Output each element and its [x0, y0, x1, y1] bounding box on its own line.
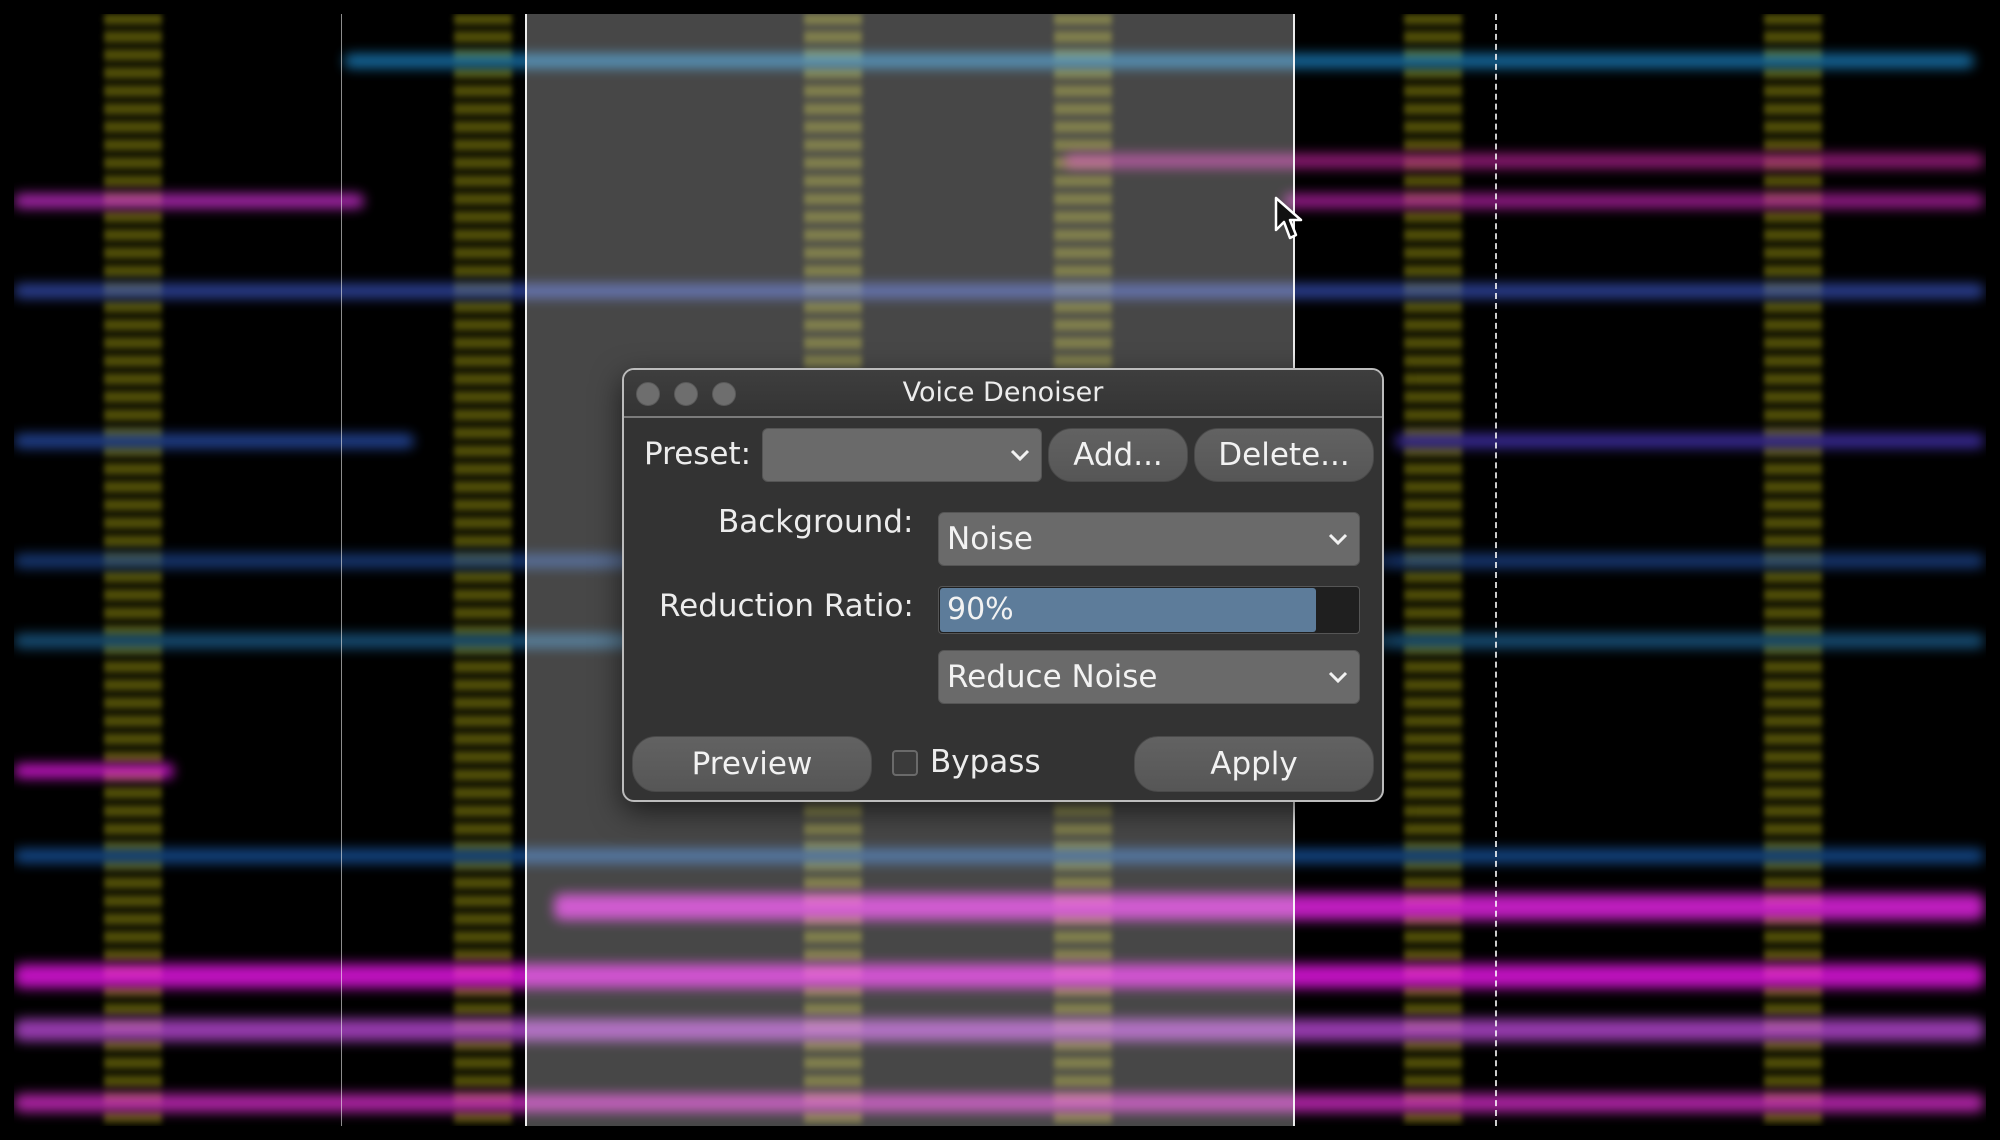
spectral-vertical-band	[104, 14, 162, 1126]
mode-value: Reduce Noise	[947, 659, 1158, 695]
chevron-down-icon	[1328, 533, 1348, 546]
spectral-band	[14, 764, 174, 778]
dialog-title: Voice Denoiser	[902, 377, 1104, 408]
background-value: Noise	[947, 521, 1033, 557]
chevron-down-icon	[1010, 449, 1030, 462]
preview-button[interactable]: Preview	[632, 736, 872, 792]
mode-select[interactable]: Reduce Noise	[938, 650, 1360, 704]
apply-button[interactable]: Apply	[1134, 736, 1374, 792]
spectral-vertical-band	[454, 14, 512, 1126]
background-label: Background:	[718, 504, 914, 540]
spectral-band	[1394, 434, 1984, 448]
spectral-band	[1284, 194, 1984, 208]
mouse-pointer-icon	[1274, 196, 1303, 240]
spectral-vertical-band	[1404, 14, 1462, 1126]
spectral-band	[14, 194, 364, 208]
preset-select[interactable]	[762, 428, 1042, 482]
bypass-label[interactable]: Bypass	[930, 744, 1041, 780]
reduction-ratio-value: 90%	[947, 592, 1014, 627]
playhead-line[interactable]	[1495, 14, 1498, 1126]
voice-denoiser-dialog: Voice Denoiser Preset: Add... Delete... …	[622, 368, 1384, 802]
preset-label: Preset:	[644, 436, 752, 472]
chevron-down-icon	[1328, 671, 1348, 684]
spectral-band	[14, 434, 414, 448]
reduction-ratio-slider[interactable]: 90%	[938, 586, 1360, 634]
background-select[interactable]: Noise	[938, 512, 1360, 566]
marker-line[interactable]	[341, 14, 342, 1126]
delete-preset-button[interactable]: Delete...	[1194, 428, 1374, 482]
dialog-titlebar[interactable]: Voice Denoiser	[624, 370, 1382, 418]
spectral-vertical-band	[1764, 14, 1822, 1126]
bypass-checkbox[interactable]	[892, 750, 918, 776]
reduction-ratio-label: Reduction Ratio:	[659, 588, 914, 624]
add-preset-button[interactable]: Add...	[1048, 428, 1188, 482]
